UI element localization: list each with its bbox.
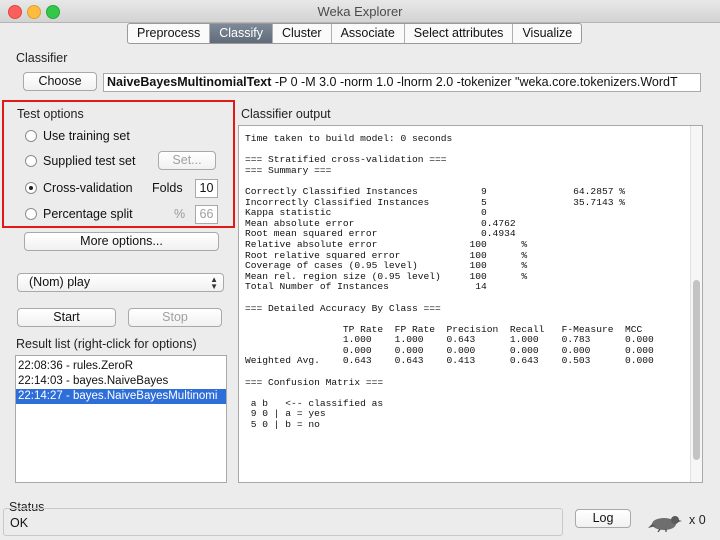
use-training-set-radio[interactable] (25, 130, 37, 142)
cross-validation-label: Cross-validation (43, 181, 133, 195)
tab-associate[interactable]: Associate (332, 24, 405, 43)
supplied-test-set-radio[interactable] (25, 155, 37, 167)
class-attribute-select[interactable]: (Nom) play ▲ ▼ (17, 273, 224, 292)
start-button[interactable]: Start (17, 308, 116, 327)
output-scrollbar[interactable] (690, 126, 702, 482)
stop-button[interactable]: Stop (128, 308, 222, 327)
classifier-output-text: Time taken to build model: 0 seconds ===… (245, 133, 654, 431)
status-box: OK (3, 508, 563, 536)
use-training-set-label: Use training set (43, 129, 130, 143)
folds-input[interactable]: 10 (195, 179, 218, 198)
tab-preprocess[interactable]: Preprocess (128, 24, 211, 43)
set-test-set-button[interactable]: Set... (158, 151, 216, 170)
result-item-selected[interactable]: 22:14:27 - bayes.NaiveBayesMultinomi (16, 389, 226, 404)
classifier-spec-field[interactable]: NaiveBayesMultinomialText -P 0 -M 3.0 -n… (103, 73, 701, 92)
classifier-options: -P 0 -M 3.0 -norm 1.0 -lnorm 2.0 -tokeni… (271, 75, 678, 89)
percentage-split-label: Percentage split (43, 207, 133, 221)
tab-cluster[interactable]: Cluster (273, 24, 332, 43)
tab-select-attributes[interactable]: Select attributes (405, 24, 514, 43)
percentage-split-radio[interactable] (25, 208, 37, 220)
result-list[interactable]: 22:08:36 - rules.ZeroR 22:14:03 - bayes.… (15, 355, 227, 483)
classifier-name: NaiveBayesMultinomialText (107, 75, 272, 89)
tab-bar: Preprocess Classify Cluster Associate Se… (127, 23, 583, 44)
weka-bird-icon[interactable] (648, 512, 682, 532)
output-scroll-thumb[interactable] (693, 280, 700, 460)
supplied-test-set-label: Supplied test set (43, 154, 136, 168)
tab-classify[interactable]: Classify (210, 24, 273, 43)
select-arrows-icon: ▲ ▼ (210, 275, 218, 291)
title-bar: Weka Explorer (0, 0, 720, 23)
cross-validation-radio[interactable] (25, 182, 37, 194)
tab-visualize[interactable]: Visualize (513, 24, 581, 43)
classifier-output-panel[interactable]: Time taken to build model: 0 seconds ===… (238, 125, 703, 483)
result-item[interactable]: 22:08:36 - rules.ZeroR (16, 359, 226, 374)
log-button[interactable]: Log (575, 509, 631, 528)
result-list-label: Result list (right-click for options) (16, 337, 197, 351)
result-item[interactable]: 22:14:03 - bayes.NaiveBayes (16, 374, 226, 389)
classifier-section-label: Classifier (16, 51, 68, 65)
class-attribute-value: (Nom) play (29, 275, 91, 289)
classifier-output-label: Classifier output (241, 107, 331, 121)
percent-symbol: % (174, 207, 186, 221)
choose-button[interactable]: Choose (23, 72, 97, 91)
percentage-input[interactable]: 66 (195, 205, 218, 224)
task-count: x 0 (689, 513, 706, 527)
status-text: OK (10, 516, 29, 530)
window-title: Weka Explorer (317, 4, 403, 19)
more-options-button[interactable]: More options... (24, 232, 219, 251)
folds-label: Folds (152, 181, 183, 195)
